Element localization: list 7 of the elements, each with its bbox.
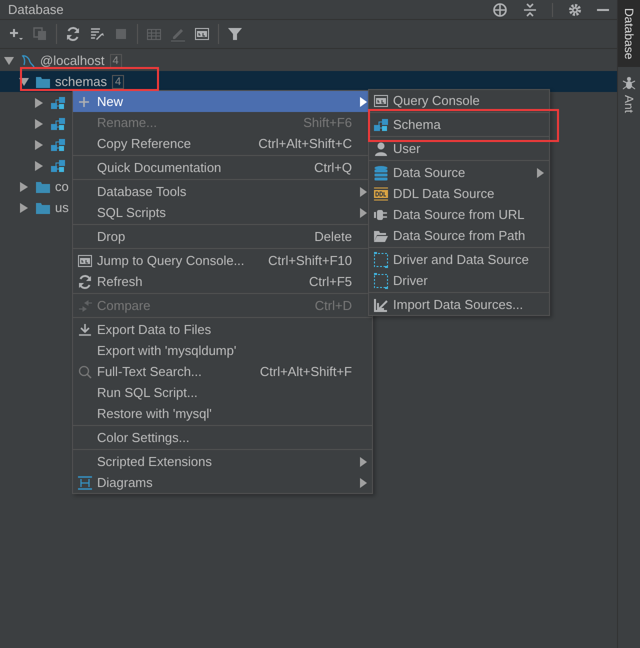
count-badge: 4 xyxy=(110,54,122,68)
tree-label: co xyxy=(55,179,69,194)
tree-label: schemas xyxy=(55,74,108,89)
tree-label: us xyxy=(55,200,69,215)
tree-label: @localhost xyxy=(40,53,105,68)
count-badge: 4 xyxy=(112,74,124,88)
panel-title: Database xyxy=(7,2,65,17)
